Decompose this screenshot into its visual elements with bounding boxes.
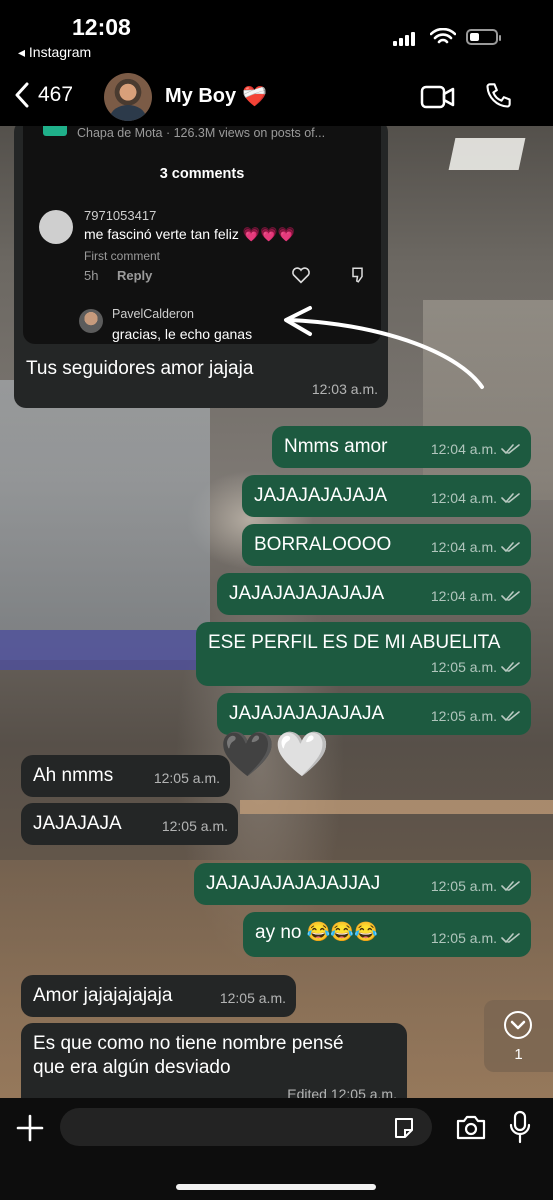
message-time: 12:04 a.m. bbox=[430, 441, 497, 457]
chevron-left-icon bbox=[15, 82, 29, 108]
avatar bbox=[79, 309, 103, 333]
message-meta: 12:03 a.m. bbox=[312, 377, 378, 401]
message-input[interactable] bbox=[60, 1108, 432, 1146]
contact-name[interactable]: My Boy ❤️‍🩹 bbox=[165, 84, 267, 109]
comments-title: 3 comments bbox=[159, 166, 245, 182]
message-bubble-incoming[interactable]: JAJAJAJA 12:05 a.m. bbox=[21, 803, 238, 845]
message-time: 12:04 a.m. bbox=[430, 490, 497, 506]
clock: 12:08 bbox=[72, 14, 131, 40]
message-time: 12:03 a.m. bbox=[311, 381, 378, 397]
unread-chats-count: 467 bbox=[38, 83, 74, 106]
composer-bar bbox=[0, 1098, 553, 1200]
message-bubble-outgoing[interactable]: ESE PERFIL ES DE MI ABUELITA 12:05 a.m. bbox=[196, 622, 531, 686]
message-bubble-outgoing[interactable]: ay no 😂😂😂 12:05 a.m. bbox=[243, 912, 531, 957]
microphone-icon[interactable] bbox=[508, 1110, 532, 1144]
message-time: 12:05 a.m. bbox=[153, 770, 220, 786]
message-bubble-outgoing[interactable]: JAJAJAJAJAJA 12:04 a.m. bbox=[242, 475, 531, 517]
reply-link: Reply bbox=[117, 268, 153, 283]
phone-call-icon[interactable] bbox=[484, 82, 512, 110]
status-bar: 12:08 ◂ Instagram bbox=[0, 0, 553, 70]
message-time: 12:05 a.m. bbox=[430, 930, 497, 946]
message-time: 12:05 a.m. bbox=[219, 990, 286, 1006]
message-meta: 12:05 a.m. bbox=[431, 926, 521, 950]
unread-badge: 1 bbox=[514, 1046, 523, 1063]
comment-tag: First comment bbox=[84, 249, 161, 263]
reply-username: PavelCalderon bbox=[112, 307, 194, 321]
message-bubble-outgoing[interactable]: JAJAJAJAJAJAJA 12:05 a.m. bbox=[217, 693, 531, 735]
message-time: 12:04 a.m. bbox=[430, 539, 497, 555]
post-source: Chapa de Mota · 126.3M views on posts of… bbox=[77, 126, 326, 140]
back-to-app-link[interactable]: ◂ Instagram bbox=[18, 44, 91, 61]
message-meta: 12:04 a.m. bbox=[431, 584, 521, 608]
read-ticks-icon bbox=[501, 493, 520, 503]
signal-icon bbox=[393, 32, 419, 46]
emoji-message[interactable]: 🖤🤍 bbox=[220, 730, 330, 780]
message-bubble-incoming[interactable]: Ah nmms 12:05 a.m. bbox=[21, 755, 230, 797]
chevron-down-circle-icon bbox=[504, 1011, 532, 1039]
message-bubble-incoming[interactable]: Tus seguidores amor jajaja 12:03 a.m. bbox=[14, 340, 388, 408]
message-bubble-outgoing[interactable]: JAJAJAJAJAJAJJAJ 12:05 a.m. bbox=[194, 863, 531, 905]
read-ticks-icon bbox=[501, 444, 520, 454]
read-ticks-icon bbox=[501, 591, 520, 601]
scroll-to-bottom-button[interactable]: 1 bbox=[484, 1000, 553, 1072]
wifi-icon bbox=[430, 28, 456, 44]
message-text: Es que como no tiene nombre pensé que er… bbox=[33, 1033, 344, 1078]
message-bubble-outgoing[interactable]: JAJAJAJAJAJAJA 12:04 a.m. bbox=[217, 573, 531, 615]
message-meta: 12:05 a.m. bbox=[162, 814, 228, 838]
plus-icon[interactable] bbox=[16, 1114, 44, 1142]
camera-icon[interactable] bbox=[455, 1113, 487, 1141]
message-time: 12:04 a.m. bbox=[430, 588, 497, 604]
read-ticks-icon bbox=[501, 711, 520, 721]
message-meta: 12:04 a.m. bbox=[431, 486, 521, 510]
read-ticks-icon bbox=[501, 662, 520, 672]
message-time: 12:05 a.m. bbox=[430, 878, 497, 894]
message-meta: 12:04 a.m. bbox=[431, 535, 521, 559]
sticker-icon[interactable] bbox=[392, 1116, 416, 1140]
message-time: 12:05 a.m. bbox=[430, 659, 497, 675]
message-bubble-outgoing[interactable]: Nmms amor 12:04 a.m. bbox=[272, 426, 531, 468]
comment-age: 5h bbox=[84, 268, 99, 283]
message-meta: 12:04 a.m. bbox=[431, 437, 521, 461]
chat-header: 467 My Boy ❤️‍🩹 bbox=[0, 70, 553, 126]
message-meta: 12:05 a.m. bbox=[431, 704, 521, 728]
home-indicator bbox=[176, 1184, 376, 1190]
back-button[interactable]: 467 bbox=[14, 82, 73, 108]
message-bubble-outgoing[interactable]: BORRALOOOO 12:04 a.m. bbox=[242, 524, 531, 566]
message-meta: 12:05 a.m. bbox=[431, 874, 521, 898]
comment-username: 7971053417 bbox=[84, 208, 157, 223]
heart-outline-icon bbox=[292, 267, 310, 284]
video-call-icon[interactable] bbox=[420, 84, 456, 110]
dislike-icon bbox=[352, 267, 363, 283]
battery-icon bbox=[466, 29, 501, 45]
read-ticks-icon bbox=[501, 542, 520, 552]
avatar bbox=[39, 210, 73, 244]
message-meta: 12:05 a.m. bbox=[220, 986, 286, 1010]
read-ticks-icon bbox=[501, 933, 520, 943]
reels-icon bbox=[43, 126, 67, 136]
message-time: 12:05 a.m. bbox=[430, 708, 497, 724]
message-bubble-incoming[interactable]: Amor jajajajajaja 12:05 a.m. bbox=[21, 975, 296, 1017]
message-time: 12:05 a.m. bbox=[161, 818, 228, 834]
contact-avatar[interactable] bbox=[104, 73, 152, 121]
message-text: ESE PERFIL ES DE MI ABUELITA bbox=[208, 632, 501, 653]
read-ticks-icon bbox=[501, 881, 520, 891]
message-meta: 12:05 a.m. bbox=[431, 655, 521, 679]
comment-text: me fascinó verte tan feliz 💗💗💗 bbox=[84, 226, 296, 242]
message-meta: 12:05 a.m. bbox=[154, 766, 220, 790]
